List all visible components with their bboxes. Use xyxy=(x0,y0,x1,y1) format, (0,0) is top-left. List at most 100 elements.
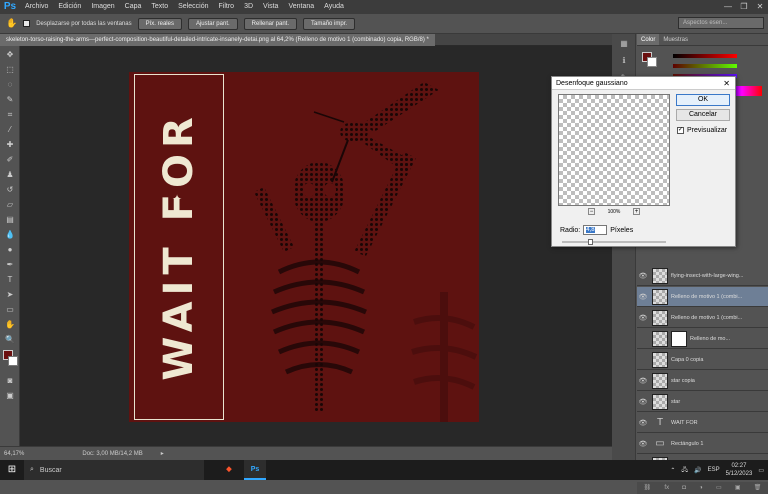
link-layers-icon[interactable]: ⛓ xyxy=(644,482,652,494)
layer-row[interactable]: 👁 star copia xyxy=(637,371,768,391)
zoom-out-button[interactable]: − xyxy=(588,208,595,215)
hand-tool-icon[interactable]: ✋ xyxy=(2,318,18,331)
menu-item[interactable]: Ventana xyxy=(283,0,319,14)
new-layer-icon[interactable]: ▣ xyxy=(735,482,741,494)
layer-row[interactable]: 👁 flying-insect-with-large-wing... xyxy=(637,266,768,286)
visibility-eye-icon[interactable]: 👁 xyxy=(637,272,649,280)
properties-panel-icon[interactable]: ℹ xyxy=(616,56,632,68)
close-button[interactable]: ✕ xyxy=(752,0,768,14)
menu-item[interactable]: Imagen xyxy=(86,0,119,14)
new-group-icon[interactable]: ▭ xyxy=(716,482,722,494)
menu-item[interactable]: Texto xyxy=(146,0,173,14)
print-size-button[interactable]: Tamaño impr. xyxy=(303,17,356,30)
layer-row[interactable]: 👁 star xyxy=(637,392,768,412)
ok-button[interactable]: OK xyxy=(676,94,730,106)
path-select-icon[interactable]: ➤ xyxy=(2,288,18,301)
history-brush-icon[interactable]: ↺ xyxy=(2,183,18,196)
clone-stamp-icon[interactable]: ♟ xyxy=(2,168,18,181)
radius-input[interactable]: 4,8 xyxy=(583,225,608,235)
status-arrow-icon[interactable]: ▸ xyxy=(161,450,164,457)
panel-background-swatch[interactable] xyxy=(647,57,657,67)
document-tab[interactable]: skeleton-torso-raising-the-arms---perfec… xyxy=(0,34,435,46)
layer-row[interactable]: 👁 T WAIT FOR xyxy=(637,413,768,433)
eraser-tool-icon[interactable]: ▱ xyxy=(2,198,18,211)
windows-start-icon[interactable]: ⊞ xyxy=(0,460,24,480)
menu-item[interactable]: Capa xyxy=(120,0,147,14)
green-slider[interactable] xyxy=(673,64,737,68)
visibility-eye-icon[interactable]: 👁 xyxy=(637,293,649,301)
menu-item[interactable]: Selección xyxy=(173,0,213,14)
add-mask-icon[interactable]: ◘ xyxy=(682,482,686,494)
layer-style-icon[interactable]: fx xyxy=(664,482,669,494)
cancel-button[interactable]: Cancelar xyxy=(676,109,730,121)
zoom-in-button[interactable]: + xyxy=(632,208,640,215)
fill-screen-button[interactable]: Rellenar pant. xyxy=(243,17,298,30)
visibility-eye-icon[interactable]: 👁 xyxy=(637,314,649,322)
tab-swatches[interactable]: Muestras xyxy=(659,34,692,45)
move-tool-icon[interactable]: ✥ xyxy=(2,48,18,61)
screen-mode-icon[interactable]: ▣ xyxy=(2,389,18,402)
notifications-icon[interactable]: ▭ xyxy=(758,467,764,474)
visibility-eye-icon[interactable]: 👁 xyxy=(637,419,649,427)
visibility-eye-icon[interactable]: 👁 xyxy=(637,440,649,448)
menu-item[interactable]: Filtro xyxy=(214,0,240,14)
color-swatches[interactable] xyxy=(2,350,18,370)
blur-tool-icon[interactable]: 💧 xyxy=(2,228,18,241)
layer-row[interactable]: 👁 ▭ Rectángulo 1 xyxy=(637,434,768,454)
workspace-select[interactable]: Aspectos esen... xyxy=(678,17,764,29)
healing-brush-icon[interactable]: ✚ xyxy=(2,138,18,151)
menu-item[interactable]: Archivo xyxy=(20,0,53,14)
scroll-all-windows-checkbox[interactable] xyxy=(23,20,31,27)
blur-preview-area[interactable] xyxy=(558,94,670,206)
zoom-level[interactable]: 64,17% xyxy=(4,451,24,457)
tab-color[interactable]: Color xyxy=(637,34,660,45)
network-icon[interactable]: 🖧 xyxy=(681,465,688,475)
radius-slider-thumb[interactable] xyxy=(588,239,594,245)
taskbar-search[interactable]: ⌕ Buscar xyxy=(24,460,204,480)
visibility-eye-icon[interactable]: 👁 xyxy=(637,398,649,406)
actual-pixels-button[interactable]: Píx. reales xyxy=(137,17,182,30)
pen-tool-icon[interactable]: ✒ xyxy=(2,258,18,271)
quick-mask-icon[interactable]: ◙ xyxy=(2,374,18,387)
preview-checkbox[interactable]: ✓ xyxy=(677,127,684,134)
visibility-eye-icon[interactable]: 👁 xyxy=(637,377,649,385)
menu-item[interactable]: 3D xyxy=(239,0,258,14)
lasso-tool-icon[interactable]: ◌ xyxy=(2,78,18,91)
quick-select-tool-icon[interactable]: ✎ xyxy=(2,93,18,106)
delete-layer-icon[interactable]: 🗑 xyxy=(754,482,762,494)
fit-screen-button[interactable]: Ajustar pant. xyxy=(187,17,238,30)
language-indicator[interactable]: ESP xyxy=(708,467,720,473)
adjustment-layer-icon[interactable]: ◑ xyxy=(699,482,703,494)
clock[interactable]: 02:27 5/12/2023 xyxy=(726,462,753,478)
shape-tool-icon[interactable]: ▭ xyxy=(2,303,18,316)
minimize-button[interactable]: — xyxy=(720,0,736,14)
menu-item[interactable]: Edición xyxy=(53,0,86,14)
dodge-tool-icon[interactable]: ● xyxy=(2,243,18,256)
photoshop-taskbar-icon[interactable]: Ps xyxy=(244,460,266,480)
history-panel-icon[interactable]: ▦ xyxy=(616,39,632,51)
restore-button[interactable]: ❐ xyxy=(736,0,752,14)
menu-item[interactable]: Ayuda xyxy=(319,0,349,14)
crop-tool-icon[interactable]: ⌗ xyxy=(2,108,18,121)
zoom-tool-icon[interactable]: 🔍 xyxy=(2,333,18,346)
type-tool-icon[interactable]: T xyxy=(2,273,18,286)
layer-row[interactable]: 👁 Relleno de motivo 1 (combi... xyxy=(637,287,768,307)
document-canvas[interactable]: WAIT FOR ✦ xyxy=(129,72,479,422)
radius-slider-track[interactable] xyxy=(562,241,666,243)
eyedropper-tool-icon[interactable]: ⁄ xyxy=(2,123,18,136)
layer-row[interactable]: 👁 Relleno de motivo 1 (combi... xyxy=(637,308,768,328)
dialog-close-icon[interactable]: ✕ xyxy=(723,77,730,90)
red-slider[interactable] xyxy=(673,54,737,58)
layer-row[interactable]: Capa 0 copia xyxy=(637,350,768,370)
volume-icon[interactable]: 🔊 xyxy=(694,467,701,474)
layer-mask-thumbnail[interactable] xyxy=(671,330,687,347)
background-color-swatch[interactable] xyxy=(8,356,18,366)
brush-tool-icon[interactable]: ✐ xyxy=(2,153,18,166)
menu-item[interactable]: Vista xyxy=(258,0,283,14)
layer-row[interactable]: Relleno de mo... xyxy=(637,329,768,349)
marquee-tool-icon[interactable]: ⬚ xyxy=(2,63,18,76)
canvas-area[interactable]: WAIT FOR ✦ xyxy=(20,46,612,446)
tray-up-arrow-icon[interactable]: ⌃ xyxy=(670,467,675,474)
gradient-tool-icon[interactable]: ▤ xyxy=(2,213,18,226)
brave-taskbar-icon[interactable]: ◆ xyxy=(218,460,240,480)
